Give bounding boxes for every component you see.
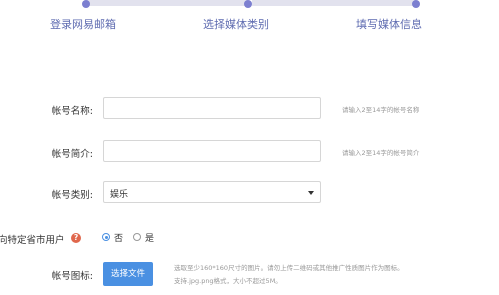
region-targeting-label: 向特定省市用户: [0, 235, 65, 246]
account-intro-label: 帐号简介:: [51, 149, 93, 160]
category-selected-value: 娱乐: [110, 190, 129, 200]
step-label-login: 登录网易邮箱: [50, 18, 116, 31]
account-icon-label: 帐号图标:: [51, 271, 93, 282]
step-label-category: 选择媒体类别: [203, 18, 269, 31]
account-intro-hint: 请输入2至14字的帐号简介: [342, 149, 420, 157]
step-connector-2: [252, 0, 416, 6]
account-name-hint: 请输入2至14字的帐号名称: [342, 106, 420, 114]
help-icon[interactable]: ?: [71, 233, 81, 243]
account-intro-input[interactable]: [103, 140, 321, 162]
icon-requirement-line2: 支持.jpg.png格式，大小不超过5M。: [174, 277, 282, 285]
account-name-input[interactable]: [103, 97, 321, 119]
radio-yes[interactable]: [133, 233, 141, 241]
step-dot-1: [82, 0, 90, 8]
account-category-label: 帐号类别:: [51, 190, 93, 201]
radio-yes-label: 是: [145, 234, 155, 244]
step-connector-1: [86, 0, 248, 6]
step-dot-3: [412, 0, 420, 8]
account-name-label: 帐号名称:: [51, 106, 93, 117]
radio-no[interactable]: [102, 233, 110, 241]
icon-requirement-line1: 选取至少160*160尺寸的图片。请勿上传二维码或其他推广性质图片作为图标。: [174, 264, 404, 272]
chevron-down-icon: [308, 191, 314, 195]
account-category-select[interactable]: 娱乐: [103, 181, 321, 203]
step-label-info: 填写媒体信息: [356, 18, 422, 31]
step-dot-2: [244, 0, 252, 8]
radio-no-label: 否: [114, 234, 124, 244]
choose-file-button[interactable]: 选择文件: [103, 262, 153, 286]
